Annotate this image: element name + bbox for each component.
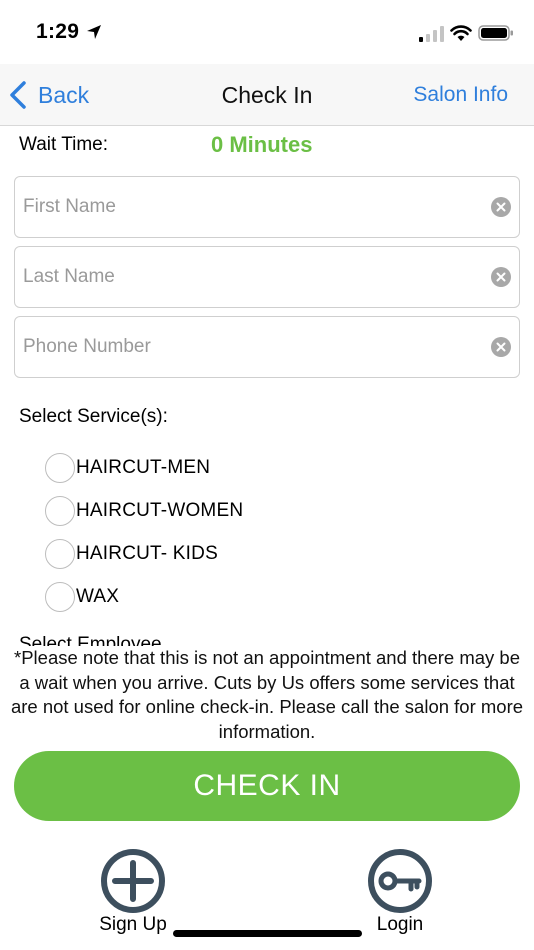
cellular-signal-icon (419, 26, 444, 42)
select-employee-label: Select Employee (19, 634, 162, 646)
service-label: WAX (76, 586, 120, 607)
check-in-button[interactable]: CHECK IN (14, 751, 520, 821)
navigation-bar: Back Check In Salon Info (0, 64, 534, 126)
salon-info-button[interactable]: Salon Info (413, 83, 508, 107)
wifi-icon (450, 25, 472, 41)
sign-up-button[interactable]: Sign Up (78, 848, 188, 936)
service-option-haircut-women[interactable]: HAIRCUT-WOMEN (45, 495, 243, 527)
clear-icon[interactable] (491, 337, 511, 357)
clear-icon[interactable] (491, 267, 511, 287)
service-label: HAIRCUT-WOMEN (76, 500, 244, 521)
radio-button[interactable] (45, 496, 75, 526)
plus-circle-icon (101, 849, 165, 913)
wait-time-label: Wait Time: (19, 134, 109, 155)
service-option-haircut-men[interactable]: HAIRCUT-MEN (45, 452, 210, 484)
sign-up-label: Sign Up (99, 914, 167, 935)
disclaimer-note: *Please note that this is not an appoint… (10, 646, 524, 744)
status-time: 1:29 (36, 20, 80, 43)
wait-time-value: 0 Minutes (211, 132, 313, 157)
service-label: HAIRCUT-MEN (76, 457, 211, 478)
radio-button[interactable] (45, 582, 75, 612)
home-indicator[interactable] (173, 930, 362, 937)
service-label: HAIRCUT- KIDS (76, 543, 218, 564)
first-name-input[interactable] (23, 177, 483, 237)
clear-icon[interactable] (491, 197, 511, 217)
service-option-haircut-kids[interactable]: HAIRCUT- KIDS (45, 538, 218, 570)
last-name-field (14, 246, 520, 308)
status-bar: 1:29 (0, 0, 534, 64)
phone-number-input[interactable] (23, 317, 483, 377)
first-name-field (14, 176, 520, 238)
radio-button[interactable] (45, 539, 75, 569)
location-arrow-icon (87, 25, 101, 39)
login-label: Login (376, 914, 424, 935)
login-button[interactable]: Login (345, 848, 455, 936)
service-option-wax[interactable]: WAX (45, 581, 119, 613)
phone-number-field (14, 316, 520, 378)
key-circle-icon (368, 849, 432, 913)
battery-icon (478, 25, 513, 41)
last-name-input[interactable] (23, 247, 483, 307)
radio-button[interactable] (45, 453, 75, 483)
select-services-label: Select Service(s): (19, 406, 168, 427)
